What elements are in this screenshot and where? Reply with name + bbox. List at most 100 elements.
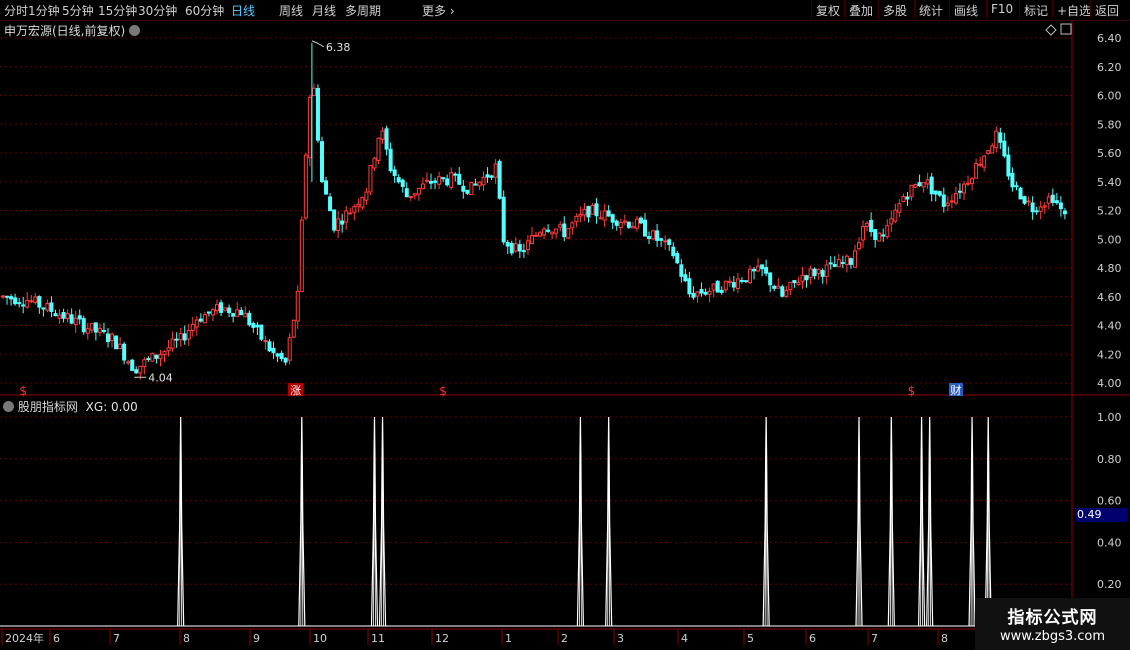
candle-body xyxy=(77,315,82,320)
candle-body xyxy=(933,190,938,195)
chevron-down-icon[interactable] xyxy=(129,25,141,36)
candle-body xyxy=(953,193,958,204)
date-tick-label: 3 xyxy=(617,632,624,645)
candle-body xyxy=(869,219,874,233)
diamond-icon[interactable] xyxy=(1045,24,1057,36)
candle-body xyxy=(1014,185,1019,188)
candle-body xyxy=(41,307,46,310)
candle-body xyxy=(691,292,696,298)
candle-body xyxy=(865,222,870,227)
candle-body xyxy=(784,289,789,297)
candle-body xyxy=(9,296,14,300)
candle-body xyxy=(558,224,563,228)
candle-body xyxy=(295,290,300,322)
candle-body xyxy=(186,329,191,340)
candle-body xyxy=(824,264,829,277)
candle-body xyxy=(566,228,571,239)
candle-body xyxy=(961,183,966,194)
candle-body xyxy=(445,178,450,186)
candle-body xyxy=(594,203,599,217)
candle-body xyxy=(178,333,183,341)
candle-body xyxy=(247,312,252,326)
chevron-down-icon[interactable] xyxy=(3,401,14,412)
candle-body xyxy=(453,173,458,176)
date-tick-label: 7 xyxy=(871,632,878,645)
candle-body xyxy=(848,258,853,265)
candle-body xyxy=(332,209,337,231)
candle-body xyxy=(489,175,494,178)
candle-body xyxy=(852,250,857,268)
candle-body xyxy=(105,333,110,342)
candle-body xyxy=(735,278,740,290)
candle-body xyxy=(505,242,510,247)
candle-body xyxy=(45,303,50,311)
candle-body xyxy=(796,282,801,286)
sub-panel-title: 股朋指标网 XG: 0.00 xyxy=(3,398,138,415)
candle-body xyxy=(945,202,950,207)
candle-body xyxy=(687,278,692,295)
candle-body xyxy=(647,235,652,239)
date-tick-label: 5 xyxy=(747,632,754,645)
candle-body xyxy=(582,208,587,216)
candle-body xyxy=(760,264,765,270)
date-tick-label: 6 xyxy=(809,632,816,645)
chart-area[interactable]: 6.40 6.20 6.00 5.80 5.60 5.40 5.20 5.00 4.80 4.60… xyxy=(0,0,1130,650)
candle-body xyxy=(897,203,902,213)
watermark-title: 指标公式网 xyxy=(1007,608,1098,628)
date-tick-label: 10 xyxy=(313,632,327,645)
cai-badge-label: 财 xyxy=(950,383,961,397)
candle-body xyxy=(49,302,54,313)
candle-body xyxy=(574,215,579,223)
candle-body xyxy=(703,291,708,295)
dividend-badge[interactable]: $ xyxy=(908,384,916,398)
candle-body xyxy=(73,317,78,325)
candle-body xyxy=(832,264,837,267)
candle-body xyxy=(303,154,308,219)
candle-body xyxy=(768,272,773,286)
candle-body xyxy=(1002,140,1007,157)
candle-body xyxy=(380,130,385,140)
dividend-badge[interactable]: $ xyxy=(19,384,27,398)
candle-body xyxy=(259,324,264,340)
panel-toggle-icon[interactable] xyxy=(1060,23,1072,35)
candle-body xyxy=(315,87,320,141)
candle-body xyxy=(941,194,946,207)
candle-body xyxy=(533,234,538,237)
price-tick-label: 4.60 xyxy=(1097,291,1122,304)
candle-body xyxy=(957,190,962,193)
candle-body xyxy=(473,183,478,186)
candle-body xyxy=(134,369,139,374)
candle-body xyxy=(780,286,785,297)
candle-body xyxy=(889,218,894,225)
candle-body xyxy=(667,239,672,245)
candle-body xyxy=(994,130,999,149)
date-tick-label: 7 xyxy=(113,632,120,645)
candle-body xyxy=(340,220,345,225)
candle-body xyxy=(550,231,555,235)
candle-body xyxy=(481,176,486,186)
candle-body xyxy=(546,229,551,232)
candle-body xyxy=(618,222,623,229)
candle-body xyxy=(21,304,26,307)
candle-body xyxy=(715,280,720,293)
candle-body xyxy=(764,267,769,274)
candle-body xyxy=(239,309,244,316)
low-marker-label: 4.04 xyxy=(148,371,173,384)
candle-body xyxy=(828,262,833,265)
candle-body xyxy=(138,365,143,374)
candle-body xyxy=(816,269,821,274)
candle-body xyxy=(170,338,175,349)
candle-body xyxy=(69,314,74,324)
candle-body xyxy=(723,280,728,291)
candle-body xyxy=(1010,172,1015,188)
candle-body xyxy=(982,155,987,168)
candle-body xyxy=(679,264,684,277)
candle-body xyxy=(1,295,6,298)
candle-body xyxy=(162,351,167,356)
candle-body xyxy=(711,283,716,291)
candle-body xyxy=(291,319,296,338)
dividend-badge[interactable]: $ xyxy=(439,384,447,398)
candle-body xyxy=(392,169,397,176)
stock-title: 申万宏源(日线,前复权) xyxy=(4,24,126,38)
candle-body xyxy=(477,181,482,187)
